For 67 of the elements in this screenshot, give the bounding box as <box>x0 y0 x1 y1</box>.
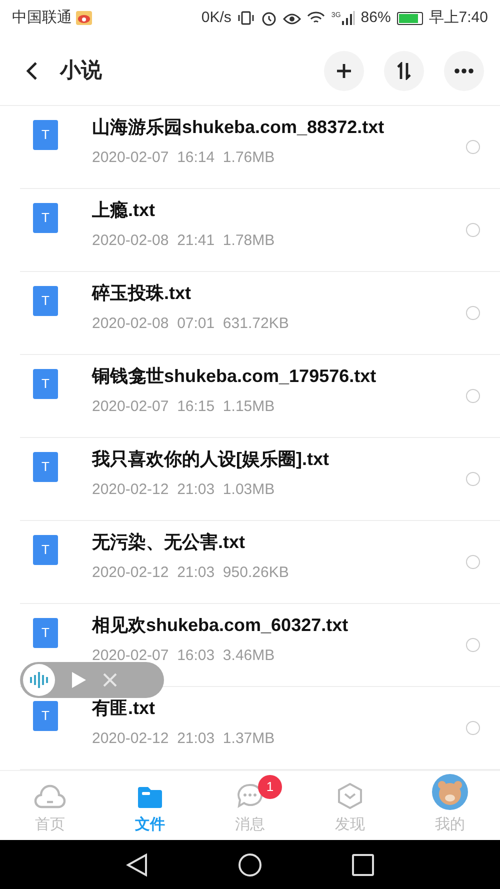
file-details: 2020-02-12 21:03 1.37MB <box>92 729 275 749</box>
file-details: 2020-02-07 16:03 3.46MB <box>92 646 276 666</box>
vibrate-icon <box>237 10 256 26</box>
home-nav-icon[interactable] <box>238 852 262 876</box>
select-radio[interactable] <box>466 306 480 320</box>
file-name: 有匪.txt <box>92 697 156 720</box>
battery-icon <box>396 12 423 24</box>
more-icon <box>454 68 474 74</box>
file-row[interactable]: T 无污染、无公害.txt 2020-02-12 21:03 950.26KB <box>20 521 500 604</box>
select-radio[interactable] <box>466 223 480 237</box>
back-icon <box>26 60 38 80</box>
file-row[interactable]: T 铜钱龛世shukeba.com_179576.txt 2020-02-07 16:15 1.15MB <box>20 355 500 438</box>
unread-count: 1 <box>258 775 282 799</box>
file-details: 2020-02-08 21:41 1.78MB <box>92 231 275 251</box>
select-radio[interactable] <box>466 638 480 652</box>
text-file-icon: T <box>33 452 58 482</box>
more-button[interactable] <box>444 50 484 90</box>
cloud-icon <box>34 784 66 810</box>
file-details: 2020-02-12 21:03 950.26KB <box>92 563 289 583</box>
clock: 早上7:40 <box>428 8 488 28</box>
text-file-icon: T <box>33 701 58 731</box>
file-row[interactable]: T 碎玉投珠.txt 2020-02-08 07:01 631.72KB <box>20 272 500 355</box>
recents-nav-icon[interactable] <box>352 854 374 876</box>
chat-bubble-icon <box>236 782 264 810</box>
select-radio[interactable] <box>466 721 480 735</box>
tab-bar-item[interactable]: 消息 1 <box>200 771 300 840</box>
add-button[interactable] <box>324 50 364 90</box>
text-file-icon: T <box>33 120 58 150</box>
text-file-icon: T <box>33 203 58 233</box>
alarm-icon <box>261 10 278 26</box>
back-nav-icon[interactable] <box>126 852 148 876</box>
battery-percent: 86% <box>360 8 391 28</box>
file-row[interactable]: T 山海游乐园shukeba.com_88372.txt 2020-02-07 16:14 1.76MB <box>20 106 500 189</box>
file-name: 上瘾.txt <box>92 199 156 222</box>
text-file-icon: T <box>33 286 58 316</box>
file-name: 无污染、无公害.txt <box>92 531 246 554</box>
close-icon[interactable] <box>103 673 117 687</box>
file-row[interactable]: T 我只喜欢你的人设[娱乐圈].txt 2020-02-12 21:03 1.03MB <box>20 438 500 521</box>
play-icon[interactable] <box>71 671 87 689</box>
file-details: 2020-02-08 07:01 631.72KB <box>92 314 289 334</box>
signal-icon <box>340 11 355 25</box>
waveform-icon <box>23 664 55 696</box>
weibo-icon <box>76 11 92 25</box>
file-row[interactable]: T 上瘾.txt 2020-02-08 21:41 1.78MB <box>20 189 500 272</box>
text-file-icon: T <box>33 369 58 399</box>
file-name: 我只喜欢你的人设[娱乐圈].txt <box>92 448 329 471</box>
avatar <box>432 774 468 810</box>
select-radio[interactable] <box>466 140 480 154</box>
file-name: 相见欢shukeba.com_60327.txt <box>92 614 348 637</box>
file-name: 铜钱龛世shukeba.com_179576.txt <box>92 365 376 388</box>
text-file-icon: T <box>33 535 58 565</box>
page-title: 小说 <box>60 58 102 84</box>
select-radio[interactable] <box>466 389 480 403</box>
plus-icon <box>336 62 352 78</box>
file-details: 2020-02-12 21:03 1.03MB <box>92 480 276 500</box>
select-radio[interactable] <box>466 472 480 486</box>
select-radio[interactable] <box>466 555 480 569</box>
hexagon-icon <box>336 782 364 810</box>
network-speed: 0K/s <box>201 8 232 28</box>
text-file-icon: T <box>33 618 58 648</box>
sort-button[interactable] <box>384 50 424 90</box>
file-name: 山海游乐园shukeba.com_88372.txt <box>92 116 384 139</box>
file-details: 2020-02-07 16:14 1.76MB <box>92 148 276 168</box>
carrier-name: 中国联通 <box>12 8 72 28</box>
sort-icon <box>395 62 413 80</box>
file-details: 2020-02-07 16:15 1.15MB <box>92 397 276 417</box>
file-name: 碎玉投珠.txt <box>92 282 192 305</box>
